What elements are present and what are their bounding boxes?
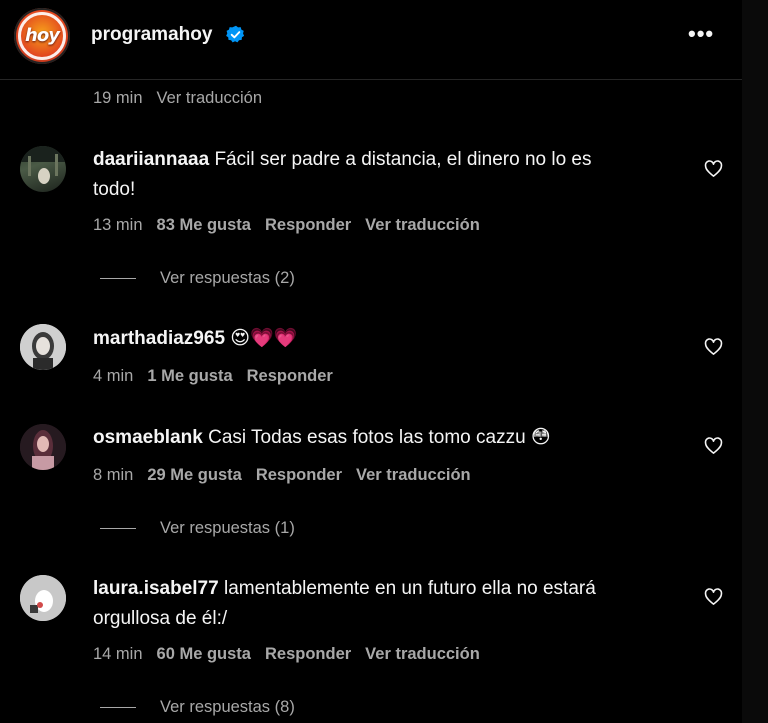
comment-meta: 13 min 83 Me gusta Responder Ver traducción — [93, 216, 494, 235]
verified-badge-icon — [226, 25, 245, 43]
scroll-area-edge — [742, 0, 768, 723]
comment-time: 14 min — [93, 645, 143, 663]
heart-outline-icon[interactable] — [704, 160, 723, 178]
comment-username[interactable]: osmaeblank — [93, 427, 203, 448]
view-replies-label: Ver respuestas (8) — [160, 698, 295, 716]
comment-text: marthadiaz965 😍💗💗 — [93, 324, 297, 354]
avatar-image — [20, 424, 66, 470]
comment-username[interactable]: marthadiaz965 — [93, 328, 225, 349]
comment-body-line1: Casi Todas esas fotos las tomo cazzu 😳 — [208, 427, 551, 448]
avatar[interactable] — [20, 324, 66, 370]
comment-body-line1: lamentablemente en un futuro ella no est… — [223, 578, 596, 599]
like-count[interactable]: 1 Me gusta — [147, 367, 232, 385]
replies-divider — [100, 707, 136, 709]
comment-text: daariiannaaa Fácil ser padre a distancia… — [93, 145, 592, 205]
view-replies-button[interactable]: Ver respuestas (8) — [100, 698, 295, 717]
account-avatar[interactable]: hoy — [14, 8, 70, 64]
comment-time: 8 min — [93, 466, 134, 484]
previous-comment-meta: 19 min Ver traducción — [93, 89, 276, 108]
translate-link[interactable]: Ver traducción — [365, 645, 480, 663]
replies-divider — [100, 278, 136, 280]
reply-button[interactable]: Responder — [265, 645, 351, 663]
translate-link[interactable]: Ver traducción — [356, 466, 471, 484]
heart-outline-icon[interactable] — [704, 588, 723, 606]
translate-link[interactable]: Ver traducción — [157, 89, 262, 107]
view-replies-label: Ver respuestas (1) — [160, 519, 295, 537]
comment-username[interactable]: daariiannaaa — [93, 149, 209, 170]
view-replies-button[interactable]: Ver respuestas (1) — [100, 519, 295, 538]
like-count[interactable]: 29 Me gusta — [147, 466, 241, 484]
comment-username[interactable]: laura.isabel77 — [93, 578, 219, 599]
translate-link[interactable]: Ver traducción — [365, 216, 480, 234]
reply-button[interactable]: Responder — [265, 216, 351, 234]
comment-body-line2: todo! — [93, 179, 136, 200]
replies-divider — [100, 528, 136, 530]
avatar[interactable] — [20, 146, 66, 192]
post-header: hoy programahoy ••• — [0, 0, 742, 80]
view-replies-label: Ver respuestas (2) — [160, 269, 295, 287]
comment-text: laura.isabel77 lamentablemente en un fut… — [93, 574, 596, 634]
comment-meta: 14 min 60 Me gusta Responder Ver traducción — [93, 645, 494, 664]
like-count[interactable]: 83 Me gusta — [157, 216, 251, 234]
comment-time: 19 min — [93, 89, 143, 107]
comment-meta: 4 min 1 Me gusta Responder — [93, 367, 347, 386]
avatar[interactable] — [20, 575, 66, 621]
more-options-icon[interactable]: ••• — [688, 23, 716, 45]
reply-button[interactable]: Responder — [256, 466, 342, 484]
header-username[interactable]: programahoy — [91, 24, 212, 46]
heart-outline-icon[interactable] — [704, 437, 723, 455]
avatar-image — [20, 146, 66, 184]
avatar-image — [20, 324, 66, 370]
comment-time: 13 min — [93, 216, 143, 234]
avatar-image — [20, 575, 66, 621]
comment-time: 4 min — [93, 367, 134, 385]
view-replies-button[interactable]: Ver respuestas (2) — [100, 269, 295, 288]
comment-meta: 8 min 29 Me gusta Responder Ver traducción — [93, 466, 485, 485]
comment-body-line1: Fácil ser padre a distancia, el dinero n… — [214, 149, 592, 170]
comment-text: osmaeblank Casi Todas esas fotos las tom… — [93, 423, 551, 453]
like-count[interactable]: 60 Me gusta — [157, 645, 251, 663]
comment-body-line2: orgullosa de él:/ — [93, 608, 228, 629]
comment-body-line1: 😍💗💗 — [230, 328, 298, 349]
heart-outline-icon[interactable] — [704, 338, 723, 356]
logo-text: hoy — [25, 25, 60, 46]
avatar[interactable] — [20, 424, 66, 470]
reply-button[interactable]: Responder — [247, 367, 333, 385]
